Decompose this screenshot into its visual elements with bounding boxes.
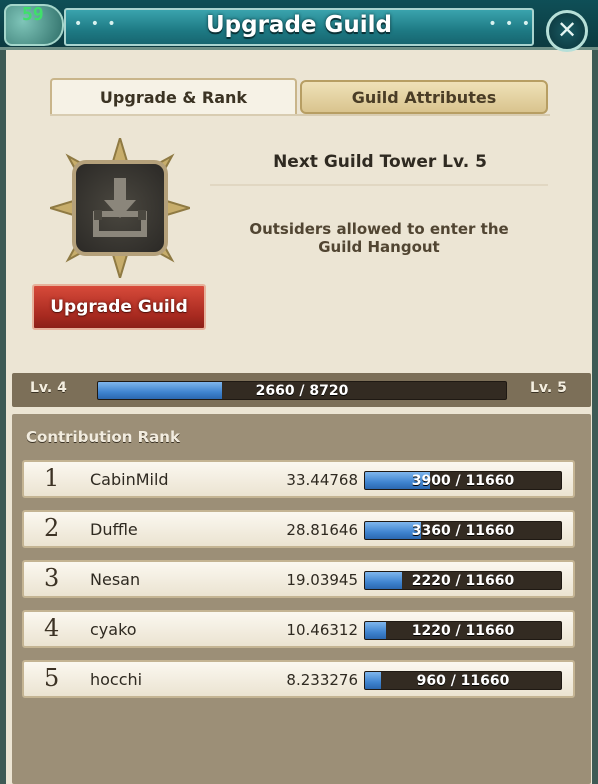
rank-number: 2 bbox=[44, 514, 60, 542]
level-progress-bar: 2660 / 8720 bbox=[97, 381, 507, 400]
contribution-progress-text: 3900 / 11660 bbox=[411, 473, 515, 489]
next-level-description: Outsiders allowed to enter the Guild Han… bbox=[249, 220, 509, 256]
contribution-progress-bar: 3900 / 11660 bbox=[364, 471, 562, 490]
member-name: Nesan bbox=[90, 570, 141, 589]
window-header: 59 • • • • • • Upgrade Guild bbox=[0, 0, 598, 50]
close-icon: ✕ bbox=[556, 16, 578, 44]
window-title: Upgrade Guild bbox=[205, 12, 393, 38]
rank-number: 3 bbox=[44, 564, 60, 592]
tab-divider bbox=[50, 114, 550, 116]
member-score: 19.03945 bbox=[286, 571, 358, 589]
contribution-progress-bar: 2220 / 11660 bbox=[364, 571, 562, 590]
member-score: 10.46312 bbox=[286, 621, 358, 639]
rank-number: 5 bbox=[44, 664, 60, 692]
member-name: hocchi bbox=[90, 670, 143, 689]
contribution-row[interactable]: 4 cyako 10.46312 1220 / 11660 bbox=[22, 610, 575, 648]
contribution-progress-text: 3360 / 11660 bbox=[411, 523, 515, 539]
member-score: 33.44768 bbox=[286, 471, 358, 489]
contribution-progress-text: 2220 / 11660 bbox=[411, 573, 515, 589]
contribution-title: Contribution Rank bbox=[26, 428, 180, 446]
contribution-row[interactable]: 5 hocchi 8.233276 960 / 11660 bbox=[22, 660, 575, 698]
rank-number: 1 bbox=[44, 464, 60, 492]
contribution-row[interactable]: 1 CabinMild 33.44768 3900 / 11660 bbox=[22, 460, 575, 498]
upgrade-guild-button[interactable]: Upgrade Guild bbox=[32, 284, 206, 330]
member-name: CabinMild bbox=[90, 470, 169, 489]
member-name: cyako bbox=[90, 620, 137, 639]
contribution-row[interactable]: 2 Duffle 28.81646 3360 / 11660 bbox=[22, 510, 575, 548]
member-score: 28.81646 bbox=[286, 521, 358, 539]
contribution-progress-text: 1220 / 11660 bbox=[411, 623, 515, 639]
guild-tower-badge bbox=[50, 138, 190, 278]
badge-frame bbox=[72, 160, 168, 256]
member-score: 8.233276 bbox=[286, 671, 358, 689]
member-name: Duffle bbox=[90, 520, 138, 539]
next-level-title: Next Guild Tower Lv. 5 bbox=[273, 152, 487, 172]
contribution-progress-bar: 960 / 11660 bbox=[364, 671, 562, 690]
next-level-divider bbox=[210, 184, 548, 186]
tab-guild-attributes[interactable]: Guild Attributes bbox=[300, 80, 548, 114]
contribution-progress-bar: 3360 / 11660 bbox=[364, 521, 562, 540]
level-progress-text: 2660 / 8720 bbox=[255, 383, 349, 399]
contribution-row[interactable]: 3 Nesan 19.03945 2220 / 11660 bbox=[22, 560, 575, 598]
download-tray-icon bbox=[93, 178, 147, 237]
contribution-progress-text: 960 / 11660 bbox=[416, 673, 510, 689]
tab-upgrade-rank[interactable]: Upgrade & Rank bbox=[50, 78, 297, 116]
contribution-progress-bar: 1220 / 11660 bbox=[364, 621, 562, 640]
current-level-label: Lv. 4 bbox=[30, 380, 67, 396]
close-button[interactable]: ✕ bbox=[546, 10, 588, 52]
next-level-label: Lv. 5 bbox=[530, 380, 567, 396]
rank-number: 4 bbox=[44, 614, 60, 642]
